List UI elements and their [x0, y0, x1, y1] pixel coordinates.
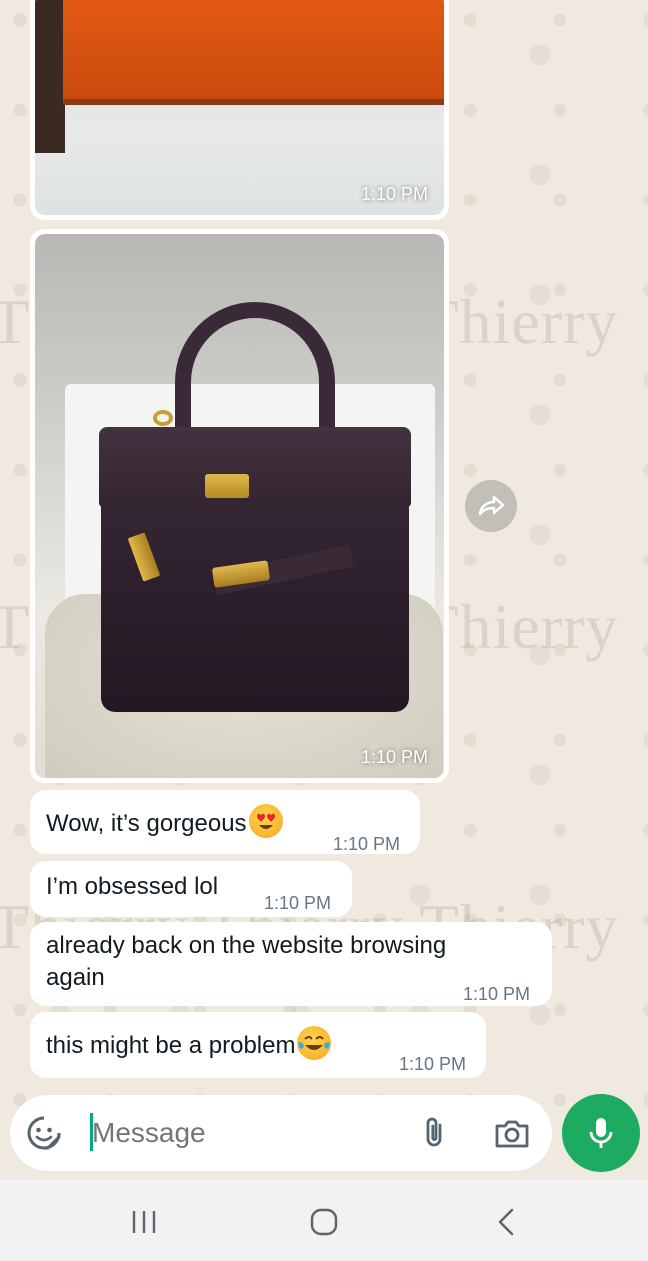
message-text: I’m obsessed lol: [46, 873, 219, 900]
message-text: this might be a problem: [46, 1032, 296, 1059]
message-composer[interactable]: [10, 1095, 552, 1171]
handbag-photo[interactable]: 1:10 PM: [35, 234, 444, 778]
tears-of-joy-emoji-icon: [297, 1026, 332, 1060]
home-icon: [310, 1208, 338, 1236]
image-message[interactable]: 1:10 PM: [30, 229, 449, 783]
heart-eyes-emoji-icon: [248, 804, 283, 838]
recents-icon: [132, 1211, 156, 1233]
attach-icon: [426, 1117, 442, 1147]
message-time: 1:10 PM: [399, 1054, 467, 1074]
message-text-line: again: [46, 964, 105, 991]
forward-icon: [478, 495, 505, 516]
mic-icon: [589, 1118, 613, 1148]
text-message[interactable]: I’m obsessed lol 1:10 PM: [30, 861, 352, 917]
forward-button[interactable]: [465, 480, 517, 532]
text-message[interactable]: already back on the website browsing aga…: [30, 922, 552, 1006]
message-time: 1:10 PM: [463, 984, 531, 1004]
text-message[interactable]: Wow, it’s gorgeous 1:10 PM: [30, 790, 420, 854]
camera-icon: [495, 1120, 529, 1148]
text-message[interactable]: this might be a problem 1:10 PM: [30, 1012, 486, 1078]
back-button[interactable]: [486, 1202, 526, 1242]
message-time: 1:10 PM: [360, 747, 428, 767]
message-input[interactable]: [92, 1113, 392, 1153]
attach-button[interactable]: [414, 1113, 454, 1153]
camera-button[interactable]: [492, 1113, 532, 1153]
message-time: 1:10 PM: [333, 834, 401, 854]
emoji-sticker-icon: [27, 1116, 61, 1150]
message-text: Wow, it’s gorgeous: [46, 810, 247, 837]
message-time: 1:10 PM: [264, 893, 332, 913]
recents-button[interactable]: [124, 1202, 164, 1242]
orange-box-photo[interactable]: 1:10 PM: [35, 0, 444, 215]
system-navigation-bar: [0, 1180, 648, 1261]
voice-message-button[interactable]: [562, 1094, 640, 1172]
image-message[interactable]: 1:10 PM: [30, 0, 449, 220]
back-icon: [498, 1208, 514, 1236]
message-text-line: already back on the website browsing: [46, 932, 447, 959]
home-button[interactable]: [304, 1202, 344, 1242]
emoji-sticker-button[interactable]: [24, 1113, 64, 1153]
message-time: 1:10 PM: [360, 184, 428, 204]
